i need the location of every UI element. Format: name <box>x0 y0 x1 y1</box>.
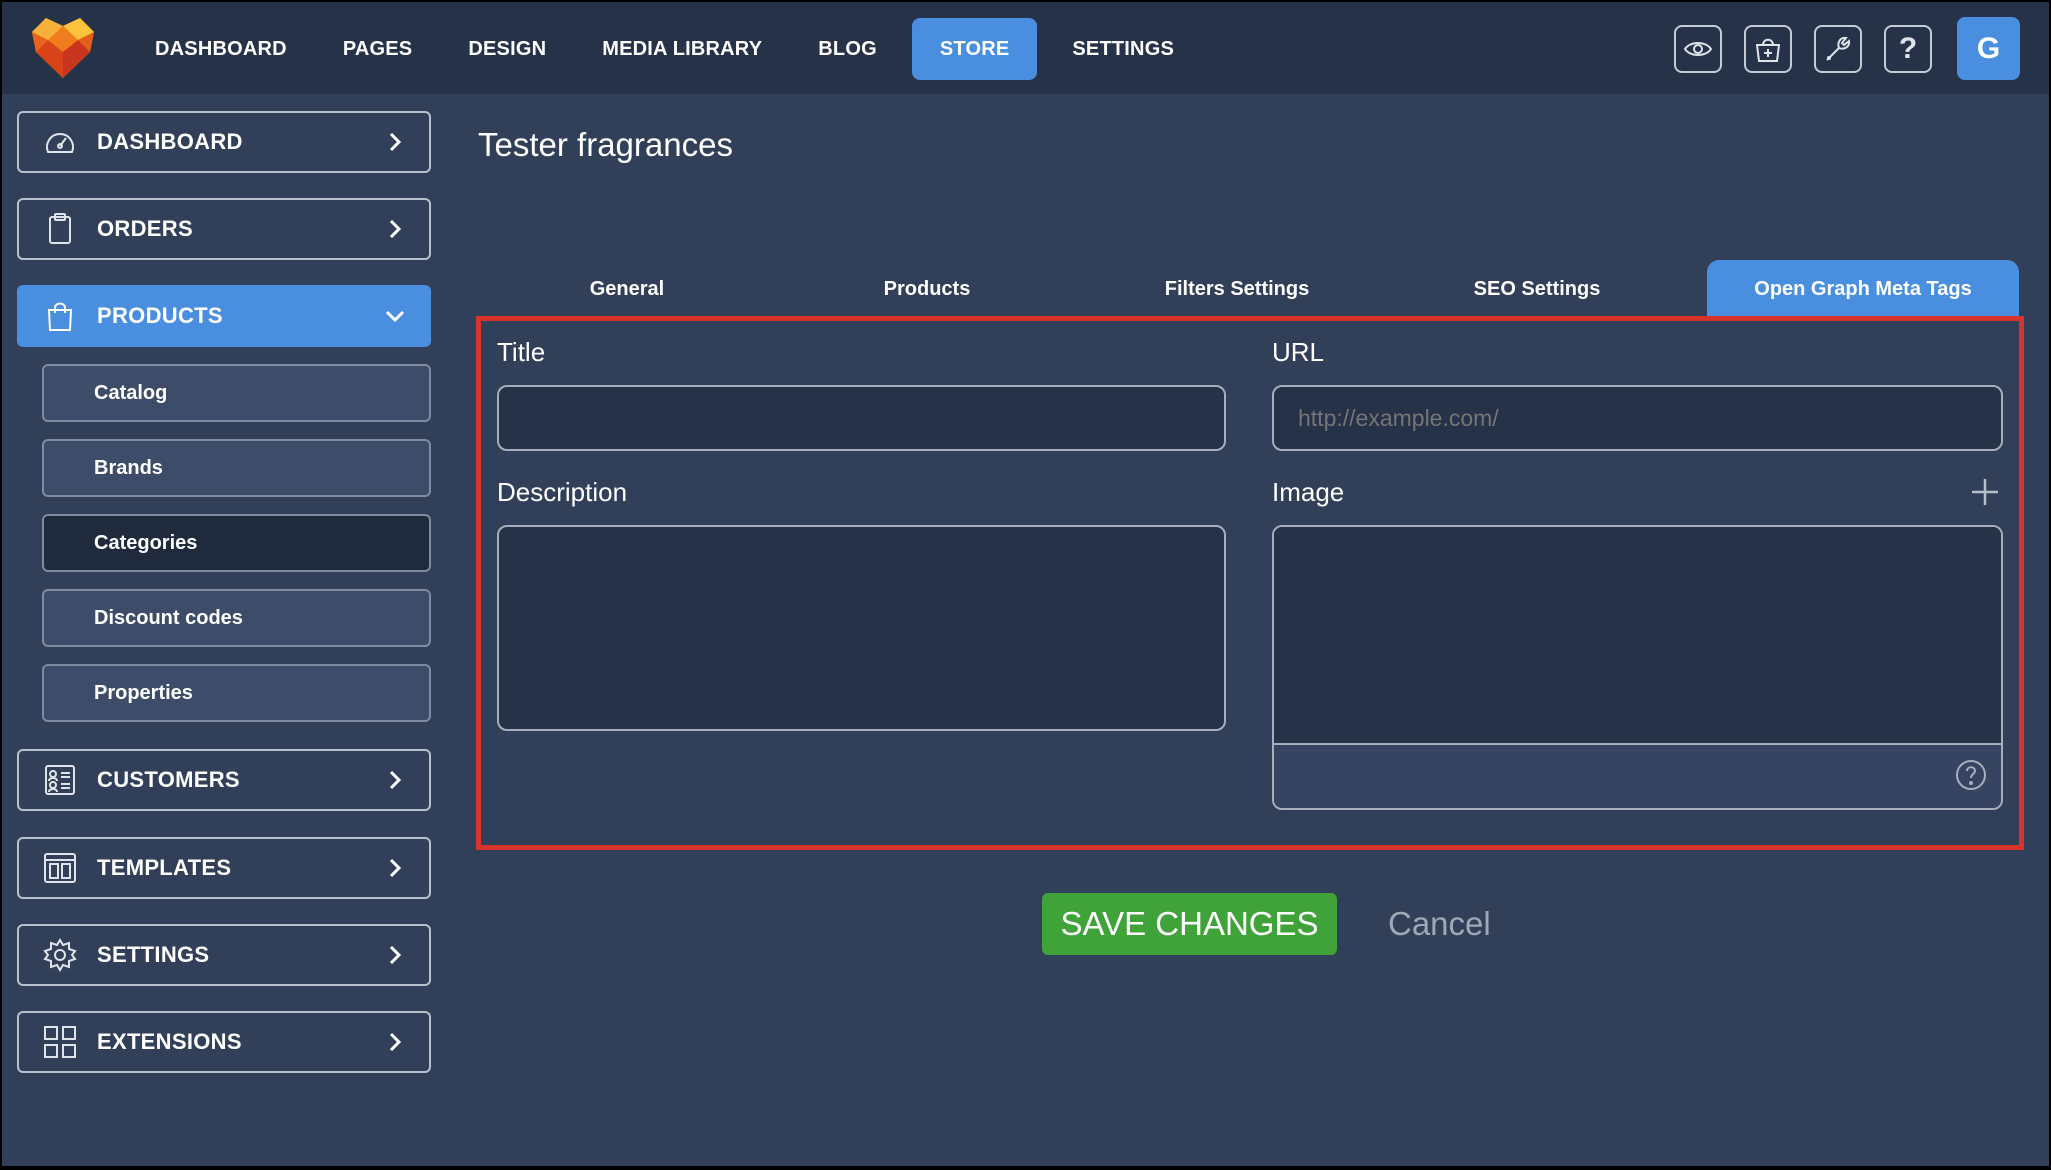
sidebar-item-label: PRODUCTS <box>97 303 223 328</box>
nav-media-library[interactable]: MEDIA LIBRARY <box>581 18 783 80</box>
sidebar-item-settings[interactable]: SETTINGS <box>17 924 431 986</box>
tools-button[interactable] <box>1814 25 1862 73</box>
sidebar-item-label: TEMPLATES <box>97 855 232 880</box>
sidebar-item-label: EXTENSIONS <box>97 1029 242 1054</box>
tab-filters-settings[interactable]: Filters Settings <box>1132 260 1342 318</box>
chevron-right-icon <box>389 132 402 152</box>
avatar[interactable]: G <box>1957 17 2020 80</box>
image-dropzone[interactable] <box>1274 527 2001 745</box>
chevron-right-icon <box>389 858 402 878</box>
tab-general[interactable]: General <box>547 260 707 318</box>
url-input[interactable] <box>1272 385 2003 451</box>
sidebar-item-customers[interactable]: CUSTOMERS <box>17 749 431 811</box>
chevron-right-icon <box>389 219 402 239</box>
basket-plus-icon <box>1755 38 1781 62</box>
chevron-right-icon <box>389 945 402 965</box>
app-frame: DASHBOARD PAGES DESIGN MEDIA LIBRARY BLO… <box>2 2 2049 1166</box>
sidebar-subitem-discount-codes[interactable]: Discount codes <box>42 589 431 647</box>
sidebar-item-extensions[interactable]: EXTENSIONS <box>17 1011 431 1073</box>
help-button[interactable]: ? <box>1884 25 1932 73</box>
store-button[interactable] <box>1744 25 1792 73</box>
title-label: Title <box>497 337 546 367</box>
nav-settings[interactable]: SETTINGS <box>1051 18 1195 80</box>
preview-button[interactable] <box>1674 25 1722 73</box>
contacts-icon <box>43 763 77 797</box>
question-icon: ? <box>1898 32 1918 65</box>
description-label: Description <box>497 477 628 507</box>
nav-dashboard[interactable]: DASHBOARD <box>134 18 308 80</box>
gauge-icon <box>43 125 77 159</box>
sidebar-item-label: CUSTOMERS <box>97 767 240 792</box>
sidebar-subitem-properties[interactable]: Properties <box>42 664 431 722</box>
chevron-right-icon <box>389 770 402 790</box>
templates-icon <box>43 851 77 885</box>
page-title: Tester fragrances <box>478 126 733 163</box>
sidebar-item-label: ORDERS <box>97 216 193 241</box>
wrench-icon <box>1826 36 1851 61</box>
gear-icon <box>43 938 77 972</box>
nav-blog[interactable]: BLOG <box>797 18 898 80</box>
sidebar-subitem-categories[interactable]: Categories <box>42 514 431 572</box>
title-input[interactable] <box>497 385 1226 451</box>
extensions-icon <box>43 1025 77 1059</box>
description-textarea[interactable] <box>497 525 1226 731</box>
tab-seo-settings[interactable]: SEO Settings <box>1447 260 1627 318</box>
sidebar-item-templates[interactable]: TEMPLATES <box>17 837 431 899</box>
sidebar-item-products[interactable]: PRODUCTS <box>17 285 431 347</box>
nav-design[interactable]: DESIGN <box>447 18 567 80</box>
chevron-down-icon <box>385 310 405 323</box>
save-changes-button[interactable]: SAVE CHANGES <box>1042 893 1337 955</box>
help-circle-icon[interactable] <box>1955 759 1987 791</box>
image-label: Image <box>1272 477 1345 507</box>
tab-open-graph-meta-tags[interactable]: Open Graph Meta Tags <box>1707 260 2019 318</box>
shopping-bag-icon <box>43 299 77 333</box>
top-bar: DASHBOARD PAGES DESIGN MEDIA LIBRARY BLO… <box>2 2 2049 94</box>
sidebar-subitem-catalog[interactable]: Catalog <box>42 364 431 422</box>
image-footer <box>1274 745 2001 808</box>
logo-icon[interactable] <box>30 16 96 80</box>
sidebar-item-orders[interactable]: ORDERS <box>17 198 431 260</box>
sidebar-item-label: SETTINGS <box>97 942 210 967</box>
image-upload-box <box>1272 525 2003 810</box>
sidebar-subitem-brands[interactable]: Brands <box>42 439 431 497</box>
cancel-button[interactable]: Cancel <box>1388 899 1491 949</box>
chevron-right-icon <box>389 1032 402 1052</box>
top-nav: DASHBOARD PAGES DESIGN MEDIA LIBRARY BLO… <box>134 18 1209 80</box>
url-label: URL <box>1272 337 1325 367</box>
sidebar-item-dashboard[interactable]: DASHBOARD <box>17 111 431 173</box>
clipboard-icon <box>43 212 77 246</box>
nav-pages[interactable]: PAGES <box>322 18 434 80</box>
nav-store[interactable]: STORE <box>911 18 1038 80</box>
eye-icon <box>1683 42 1713 56</box>
sidebar-item-label: DASHBOARD <box>97 129 243 154</box>
add-image-icon[interactable] <box>1970 477 2000 507</box>
tab-products[interactable]: Products <box>847 260 1007 318</box>
